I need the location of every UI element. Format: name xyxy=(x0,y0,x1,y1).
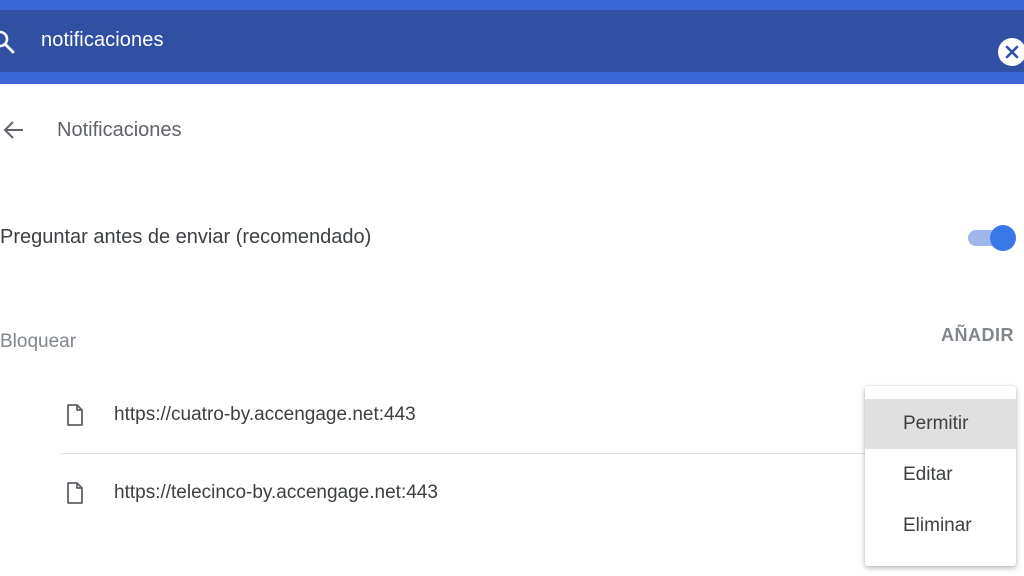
search-icon xyxy=(0,29,16,55)
add-site-button[interactable]: AÑADIR xyxy=(941,325,1014,346)
menu-item-label: Editar xyxy=(903,464,953,485)
site-url: https://telecinco-by.accengage.net:443 xyxy=(114,482,438,503)
menu-item-remove[interactable]: Eliminar xyxy=(865,501,1016,551)
menu-item-label: Eliminar xyxy=(903,515,972,536)
blocked-site-row[interactable]: https://telecinco-by.accengage.net:443 xyxy=(60,482,880,538)
search-input[interactable]: notificaciones xyxy=(41,29,164,52)
blocked-site-row[interactable]: https://cuatro-by.accengage.net:443 xyxy=(60,404,880,460)
search-bar: notificaciones xyxy=(0,10,1024,72)
bottom-accent-strip xyxy=(0,72,1024,84)
ask-before-sending-toggle[interactable] xyxy=(966,224,1016,251)
row-divider xyxy=(60,453,866,454)
site-actions-menu: Permitir Editar Eliminar xyxy=(865,386,1016,566)
menu-item-edit[interactable]: Editar xyxy=(865,450,1016,500)
block-section-label: Bloquear xyxy=(0,331,77,352)
toggle-knob xyxy=(990,225,1016,251)
page-title: Notificaciones xyxy=(57,119,182,141)
site-url: https://cuatro-by.accengage.net:443 xyxy=(114,404,416,425)
menu-item-label: Permitir xyxy=(903,413,969,434)
clear-search-button[interactable] xyxy=(998,38,1024,66)
file-icon xyxy=(66,482,84,504)
top-accent-strip xyxy=(0,0,1024,10)
close-icon xyxy=(1005,45,1019,59)
file-icon xyxy=(66,404,84,426)
ask-before-sending-label: Preguntar antes de enviar (recomendado) xyxy=(0,226,372,248)
arrow-back-icon[interactable] xyxy=(2,118,26,142)
menu-item-allow[interactable]: Permitir xyxy=(865,399,1016,449)
